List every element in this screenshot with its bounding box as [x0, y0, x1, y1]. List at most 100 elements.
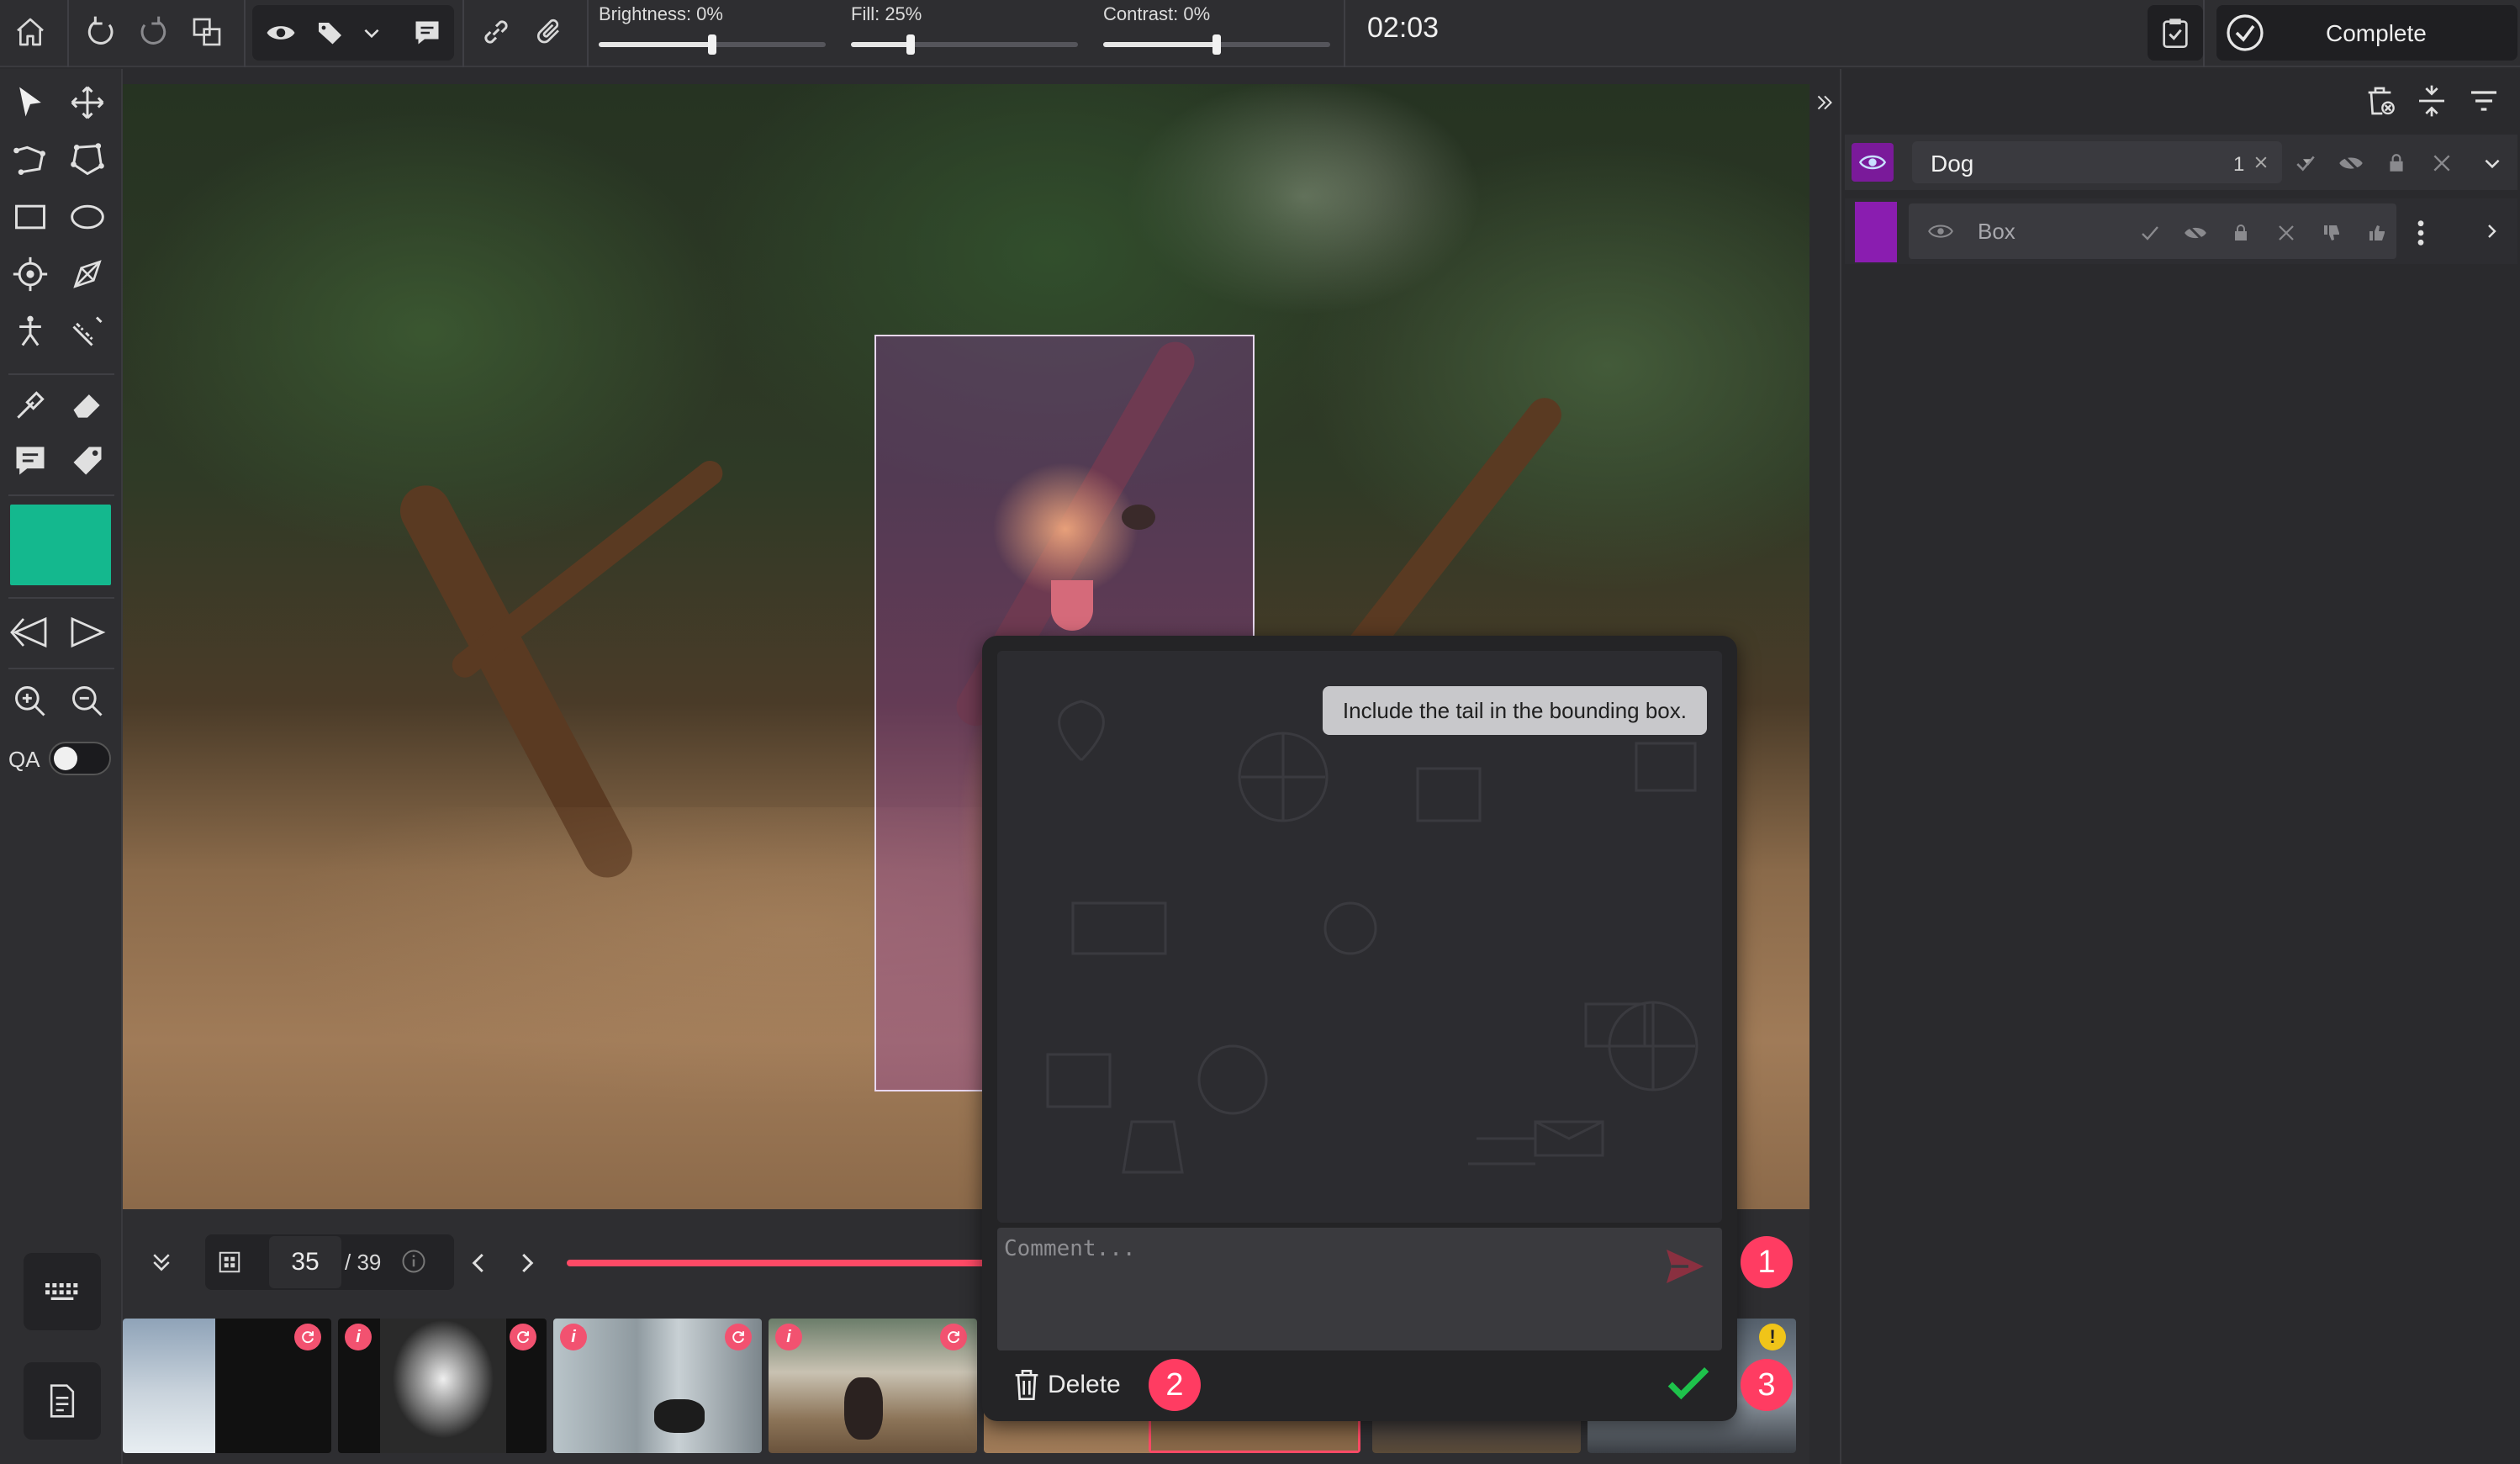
- comment-input[interactable]: [1004, 1236, 1660, 1337]
- delete-all-button[interactable]: [2358, 79, 2401, 123]
- warning-icon: !: [1769, 1326, 1776, 1347]
- collapse-filmstrip-button[interactable]: [145, 1241, 178, 1283]
- collapse-all-button[interactable]: [2410, 79, 2454, 123]
- polyline-tool[interactable]: [5, 135, 55, 185]
- brush-tool[interactable]: [5, 380, 55, 431]
- thumbs-up-icon: [2369, 225, 2385, 240]
- complete-button[interactable]: Complete: [2216, 5, 2517, 61]
- previous-object-button[interactable]: [5, 607, 55, 658]
- fill-thumb[interactable]: [906, 34, 915, 55]
- object-lock-button[interactable]: [2227, 219, 2255, 247]
- object-expand-button[interactable]: [2477, 217, 2506, 246]
- object-reject-button[interactable]: [2317, 219, 2346, 247]
- object-delete-button[interactable]: [2272, 219, 2301, 247]
- object-hide-button[interactable]: [2181, 219, 2210, 247]
- link-button[interactable]: [471, 7, 521, 57]
- thumbnail[interactable]: i: [769, 1319, 977, 1453]
- class-clear-button[interactable]: [2248, 150, 2274, 175]
- measure-tool[interactable]: [62, 306, 113, 357]
- go-to-image-button[interactable]: [214, 1246, 246, 1278]
- class-name-field[interactable]: Dog 1: [1912, 141, 2313, 183]
- qa-label: QA: [8, 747, 40, 772]
- zoom-in-button[interactable]: [5, 676, 55, 727]
- point-tool[interactable]: [5, 249, 55, 299]
- contrast-slider[interactable]: Contrast: 0%: [1103, 0, 1330, 67]
- object-accept-button[interactable]: [2363, 219, 2391, 247]
- undo-button[interactable]: [76, 7, 126, 57]
- home-button[interactable]: [5, 7, 55, 57]
- contrast-thumb[interactable]: [1212, 34, 1221, 55]
- zoom-out-button[interactable]: [62, 676, 113, 727]
- class-hide-button[interactable]: [2336, 148, 2366, 178]
- next-object-button[interactable]: [62, 607, 113, 658]
- tags-button[interactable]: [306, 8, 357, 58]
- clipboard-check-icon: [2163, 18, 2188, 49]
- class-delete-button[interactable]: [2427, 148, 2457, 178]
- send-comment-button[interactable]: [1660, 1241, 1710, 1292]
- previous-image-button[interactable]: [462, 1245, 496, 1282]
- checkmark-icon: [1667, 1367, 1709, 1400]
- toolbar-divider: [587, 0, 589, 67]
- ellipse-tool[interactable]: [62, 192, 113, 242]
- redo-button[interactable]: [128, 7, 178, 57]
- brightness-slider[interactable]: Brightness: 0%: [599, 0, 826, 67]
- comments-button[interactable]: [402, 8, 452, 58]
- resolve-comment-button[interactable]: [1663, 1361, 1714, 1408]
- class-row-dog[interactable]: Dog 1: [1845, 135, 2517, 190]
- task-instructions-button[interactable]: [24, 1362, 101, 1440]
- toolbar-divider: [67, 0, 69, 67]
- task-info-button[interactable]: [2148, 5, 2203, 61]
- step-badge-1: 1: [1741, 1236, 1793, 1288]
- class-expand-button[interactable]: [2477, 148, 2507, 178]
- tags-dropdown[interactable]: [353, 8, 390, 58]
- step-badge-3: 3: [1741, 1359, 1793, 1411]
- fill-slider[interactable]: Fill: 25%: [851, 0, 1078, 67]
- thumbnail[interactable]: i: [553, 1319, 762, 1453]
- page-number-input[interactable]: 35: [269, 1236, 341, 1288]
- brightness-thumb[interactable]: [708, 34, 716, 55]
- keyboard-icon: [45, 1283, 78, 1300]
- comment-icon: [415, 21, 439, 45]
- eye-icon: [1859, 155, 1886, 170]
- class-visibility-toggle[interactable]: [1852, 143, 1894, 182]
- comment-input-box[interactable]: [997, 1228, 1722, 1350]
- next-image-button[interactable]: [510, 1245, 543, 1282]
- page-info-button[interactable]: [399, 1246, 429, 1276]
- pan-tool[interactable]: [62, 77, 113, 128]
- tag-tool[interactable]: [62, 436, 113, 486]
- comment-tool[interactable]: [5, 436, 55, 486]
- skeleton-tool[interactable]: [5, 306, 55, 357]
- collapse-panel-button[interactable]: [1809, 84, 1840, 121]
- filter-button[interactable]: [2462, 79, 2506, 123]
- close-icon: [2279, 225, 2294, 240]
- delete-comment-button[interactable]: Delete: [1012, 1364, 1121, 1406]
- thumbnail[interactable]: i: [338, 1319, 547, 1453]
- qa-toggle[interactable]: [49, 742, 111, 775]
- checkmark-icon: [2142, 226, 2158, 240]
- class-approve-button[interactable]: [2290, 148, 2321, 178]
- ruler-icon: [72, 316, 103, 346]
- cuboid-icon: [73, 260, 102, 288]
- rectangle-tool[interactable]: [5, 192, 55, 242]
- page-total: / 39: [345, 1250, 382, 1275]
- polygon-tool[interactable]: [62, 135, 113, 185]
- select-tool[interactable]: [5, 77, 55, 128]
- left-toolbar: QA: [0, 69, 123, 1464]
- object-more-button[interactable]: [2406, 217, 2435, 249]
- object-approve-button[interactable]: [2136, 219, 2164, 247]
- keyboard-shortcuts-button[interactable]: [24, 1253, 101, 1330]
- cuboid-tool[interactable]: [62, 249, 113, 299]
- active-color-swatch[interactable]: [10, 505, 111, 585]
- thumbnail[interactable]: [123, 1319, 331, 1453]
- tool-divider: [8, 373, 114, 375]
- tool-divider: [8, 668, 114, 669]
- copy-layers-button[interactable]: [182, 7, 232, 57]
- refresh-badge: [725, 1324, 752, 1350]
- attach-button[interactable]: [525, 7, 575, 57]
- refresh-badge: [294, 1324, 321, 1350]
- visibility-button[interactable]: [256, 8, 306, 58]
- eraser-tool[interactable]: [62, 380, 113, 431]
- object-visibility-toggle[interactable]: [1926, 219, 1956, 244]
- object-row-box[interactable]: Box: [1845, 198, 2517, 264]
- class-lock-button[interactable]: [2381, 148, 2412, 178]
